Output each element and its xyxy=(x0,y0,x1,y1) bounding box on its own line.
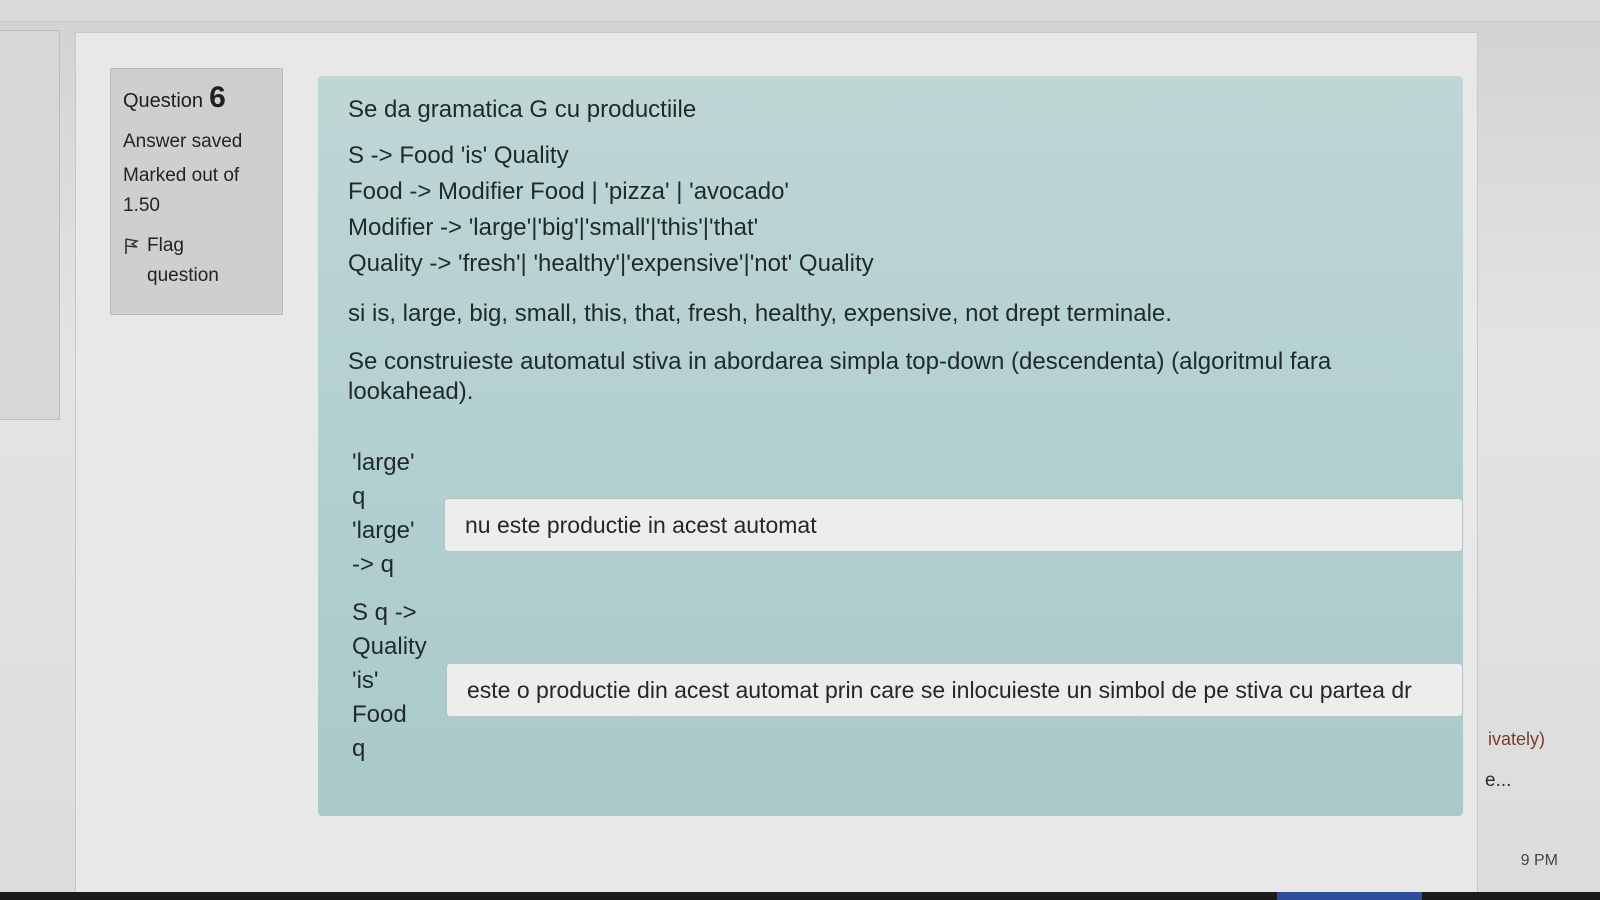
production-3: Modifier -> 'large'|'big'|'small'|'this'… xyxy=(348,214,759,241)
flag-question-button[interactable]: Flag question xyxy=(123,231,272,291)
instruction-line-2: lookahead). xyxy=(348,378,474,405)
match-2-prompt-line: 'is' xyxy=(352,667,379,694)
match-1-prompt: 'large' q 'large' -> q xyxy=(352,448,415,580)
browser-top-strip xyxy=(0,0,1600,22)
left-navigation-panel xyxy=(0,30,60,420)
production-4: Quality -> 'fresh'| 'healthy'|'expensive… xyxy=(348,250,874,277)
match-2-prompt-line: Quality xyxy=(352,633,427,660)
right-panel-fragment-2[interactable]: e... xyxy=(1485,770,1511,792)
production-1: S -> Food 'is' Quality xyxy=(348,142,569,169)
quiz-page: Question 6 Answer saved Marked out of 1.… xyxy=(0,0,1600,900)
match-1-prompt-line: 'large' xyxy=(352,449,415,476)
terminals-text: si is, large, big, small, this, that, fr… xyxy=(348,300,1172,327)
flag-icon xyxy=(125,238,139,254)
right-panel-fragment-1: ivately) xyxy=(1488,729,1546,749)
production-2: Food -> Modifier Food | 'pizza' | 'avoca… xyxy=(348,178,790,205)
match-1-prompt-line: -> q xyxy=(352,551,395,578)
question-points: 1.50 xyxy=(123,195,160,216)
match-2-prompt-line: Food xyxy=(352,701,407,728)
question-intro: Se da gramatica G cu productiile xyxy=(348,96,697,123)
taskbar-accent xyxy=(1277,892,1422,900)
match-1-prompt-line: q xyxy=(352,483,366,510)
match-2-prompt-line: S q -> xyxy=(352,599,417,626)
question-number: 6 xyxy=(209,81,226,114)
flag-label-2: question xyxy=(147,265,219,286)
match-1-answer-select[interactable]: nu este productie in acest automat xyxy=(444,498,1463,552)
match-2-prompt: S q -> Quality 'is' Food q xyxy=(352,598,427,764)
match-2-answer-value: este o productie din acest automat prin … xyxy=(467,676,1412,703)
taskbar-clock: 9 PM xyxy=(1520,852,1558,869)
question-info-box: Question 6 Answer saved Marked out of 1.… xyxy=(110,68,283,315)
marked-out-of-label: Marked out of xyxy=(123,165,240,186)
question-label: Question xyxy=(123,90,204,112)
match-2-prompt-line: q xyxy=(352,735,366,762)
question-content: Se da gramatica G cu productiile S -> Fo… xyxy=(318,76,1463,816)
question-heading: Question 6 xyxy=(123,81,272,115)
answer-status: Answer saved xyxy=(123,131,243,152)
match-1-answer-value: nu este productie in acest automat xyxy=(465,511,817,538)
match-2-answer-select[interactable]: este o productie din acest automat prin … xyxy=(446,663,1463,717)
flag-label: Flag xyxy=(147,235,184,256)
instruction-line-1: Se construieste automatul stiva in abord… xyxy=(348,348,1332,375)
match-1-prompt-line: 'large' xyxy=(352,517,415,544)
